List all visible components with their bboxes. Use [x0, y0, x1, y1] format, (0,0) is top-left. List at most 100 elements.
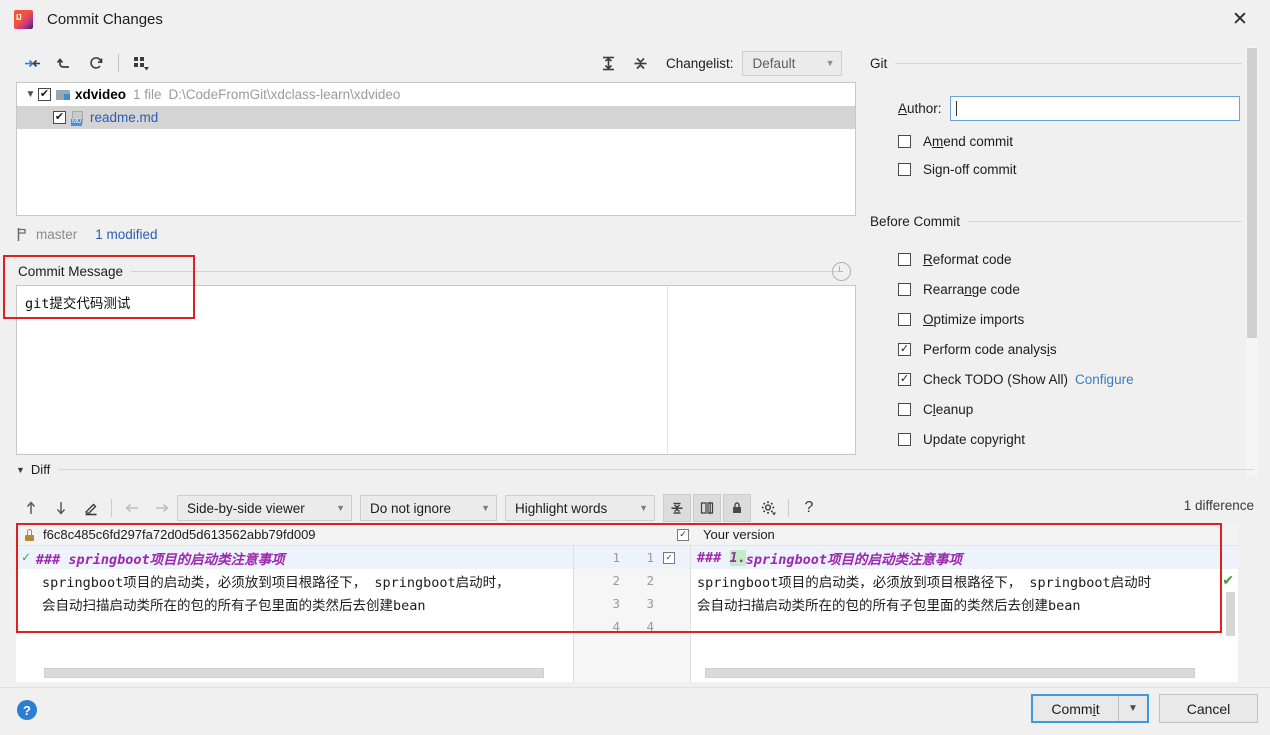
diff-toolbar-divider-1 [111, 499, 112, 517]
revert-icon[interactable] [48, 48, 80, 78]
highlight-mode-value: Highlight words [515, 500, 608, 516]
text-caret [955, 101, 957, 116]
collapse-unchanged-icon[interactable] [663, 494, 691, 522]
highlight-mode-select[interactable]: Highlight words ▼ [505, 495, 655, 521]
left-line-number-3: 3 [612, 596, 620, 611]
reformat-code-row[interactable]: Reformat code [898, 252, 1012, 267]
modified-count[interactable]: 1 modified [95, 227, 157, 242]
amend-commit-row[interactable]: Amend commit [898, 134, 1013, 149]
signoff-commit-row[interactable]: Sign-off commit [898, 162, 1017, 177]
chevron-down-icon[interactable]: ▼ [23, 89, 38, 100]
optimize-imports-label: Optimize imports [923, 312, 1025, 327]
right-panel-scrollbar[interactable] [1246, 46, 1258, 476]
commit-button-group: Commit ▼ [1031, 694, 1149, 723]
help-question-icon[interactable]: ? [794, 494, 824, 522]
cleanup-checkbox[interactable] [898, 403, 911, 416]
edit-source-icon[interactable] [76, 494, 106, 522]
scrollbar-thumb[interactable] [1247, 48, 1257, 338]
signoff-commit-label: Sign-off commit [923, 162, 1017, 177]
chevron-down-icon[interactable]: ▼ [16, 465, 25, 475]
check-todo-row[interactable]: ✓ Check TODO (Show All) Configure [898, 372, 1134, 387]
commit-message-label: Commit Message [18, 264, 124, 279]
signoff-commit-checkbox[interactable] [898, 163, 911, 176]
changelist-select[interactable]: Default ▼ [741, 50, 842, 76]
right-line-number-1: 1 [646, 550, 654, 565]
diff-right-pane[interactable]: ### 1. springboot项目的启动类注意事项 springboot项目的… [691, 546, 1238, 682]
clock-icon[interactable] [832, 262, 851, 281]
close-icon[interactable]: ✕ [1220, 4, 1260, 34]
diff-left-line-2: springboot项目的启动类，必须放到项目根路径下， springboot启… [16, 569, 573, 592]
group-by-icon[interactable] [125, 48, 157, 78]
right-line-1-prefix: ### [697, 549, 730, 566]
toolbar-divider [118, 54, 119, 72]
reformat-code-checkbox[interactable] [898, 253, 911, 266]
tree-row-root[interactable]: ▼ ✔ xdvideo 1 file D:\CodeFromGit\xdclas… [17, 83, 855, 106]
read-only-lock-icon[interactable] [723, 494, 751, 522]
check-todo-label: Check TODO (Show All) [923, 372, 1069, 387]
right-line-1-highlight: 1. [729, 549, 746, 566]
synchronize-scroll-icon[interactable] [693, 494, 721, 522]
cancel-button[interactable]: Cancel [1159, 694, 1258, 723]
window-title: Commit Changes [47, 10, 163, 28]
commit-dropdown-arrow[interactable]: ▼ [1119, 696, 1147, 721]
file-checkbox[interactable]: ✔ [53, 111, 66, 124]
check-todo-checkbox[interactable]: ✓ [898, 373, 911, 386]
footer-divider [0, 687, 1270, 688]
ignore-mode-select[interactable]: Do not ignore ▼ [360, 495, 497, 521]
show-diff-icon[interactable] [16, 48, 48, 78]
amend-commit-checkbox[interactable] [898, 135, 911, 148]
root-checkbox[interactable]: ✔ [38, 88, 51, 101]
changelist-row: Changelist: Default ▼ [592, 46, 842, 80]
accept-change-icon[interactable]: ✓ [22, 550, 30, 565]
line-1-accept-checkbox[interactable]: ✓ [663, 551, 675, 564]
diff-settings-gear-icon[interactable] [753, 494, 783, 522]
changed-files-tree[interactable]: ▼ ✔ xdvideo 1 file D:\CodeFromGit\xdclas… [16, 82, 856, 216]
commit-message-input[interactable]: git提交代码测试 [16, 285, 856, 455]
chevron-down-icon: ▼ [825, 58, 835, 68]
changelist-label-text: Changelist: [666, 55, 734, 71]
diff-left-line-1: ✓ ### springboot项目的启动类注意事项 [16, 546, 573, 569]
right-line-number-2: 2 [646, 573, 654, 588]
gutter-row-1: 1 1 ✓ [574, 546, 690, 569]
diff-right-hscrollbar[interactable] [705, 668, 1195, 678]
left-line-2-text: springboot项目的启动类，必须放到项目根路径下， springboot启… [42, 574, 510, 591]
viewer-mode-select[interactable]: Side-by-side viewer ▼ [177, 495, 352, 521]
your-version-checkbox[interactable]: ✓ [677, 528, 689, 541]
author-row: Author: [898, 96, 1240, 121]
tree-row-file[interactable]: ✔ readme.md [17, 106, 855, 129]
root-name: xdvideo [75, 87, 127, 102]
diff-section-legend[interactable]: ▼ Diff [16, 462, 1254, 477]
accept-right-icon[interactable] [147, 494, 177, 522]
diff-right-header: Your version [695, 527, 775, 542]
refresh-icon[interactable] [80, 48, 112, 78]
diff-toolbar-divider-2 [788, 499, 789, 517]
perform-code-analysis-checkbox[interactable]: ✓ [898, 343, 911, 356]
update-copyright-checkbox[interactable] [898, 433, 911, 446]
diff-left-hscrollbar[interactable] [44, 668, 544, 678]
accept-left-icon[interactable] [117, 494, 147, 522]
next-difference-icon[interactable] [46, 494, 76, 522]
right-line-number-4: 4 [646, 619, 654, 634]
optimize-imports-row[interactable]: Optimize imports [898, 312, 1024, 327]
rearrange-code-checkbox[interactable] [898, 283, 911, 296]
previous-difference-icon[interactable] [16, 494, 46, 522]
help-icon[interactable]: ? [17, 700, 37, 720]
cleanup-row[interactable]: Cleanup [898, 402, 973, 417]
git-legend-rule [895, 63, 1242, 64]
diff-right-vscrollbar[interactable] [1226, 592, 1235, 636]
root-file-count: 1 file [133, 87, 162, 102]
optimize-imports-checkbox[interactable] [898, 313, 911, 326]
author-field[interactable] [949, 96, 1240, 121]
collapse-all-icon[interactable] [624, 48, 656, 78]
diff-right-line-1: ### 1. springboot项目的启动类注意事项 [691, 546, 1238, 569]
rearrange-code-row[interactable]: Rearrange code [898, 282, 1020, 297]
author-label: Author: [898, 101, 942, 116]
update-copyright-row[interactable]: Update copyright [898, 432, 1025, 447]
title-bar: Commit Changes ✕ [0, 0, 1270, 38]
commit-button[interactable]: Commit [1033, 696, 1119, 721]
cancel-button-label: Cancel [1186, 700, 1231, 717]
perform-code-analysis-row[interactable]: ✓ Perform code analysis [898, 342, 1057, 357]
diff-left-pane[interactable]: ✓ ### springboot项目的启动类注意事项 springboot项目的… [16, 546, 574, 682]
expand-all-icon[interactable] [592, 48, 624, 78]
configure-link[interactable]: Configure [1075, 372, 1134, 387]
